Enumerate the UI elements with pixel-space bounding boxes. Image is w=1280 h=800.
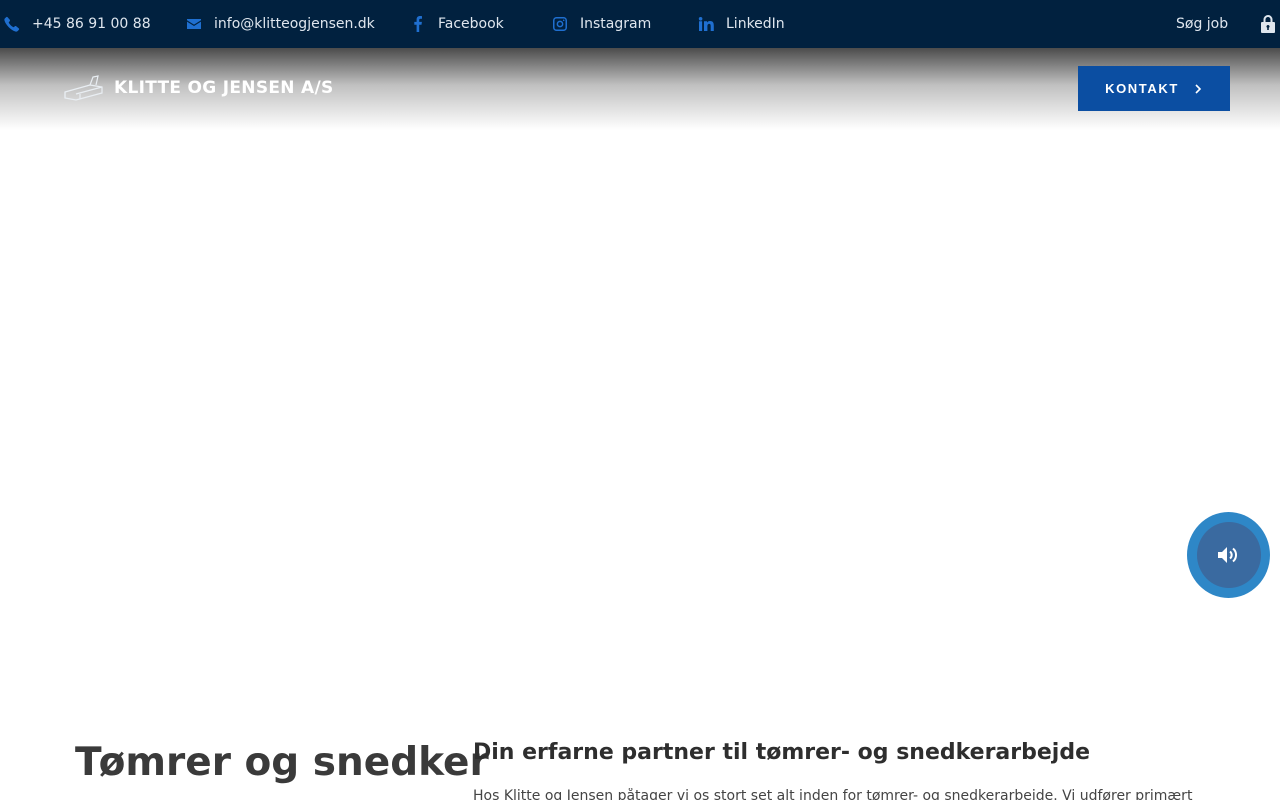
jobs-label: Søg job [1176,16,1229,32]
plane-tool-icon [64,75,103,101]
audio-player-button[interactable] [1187,512,1270,598]
instagram-label: Instagram [580,16,652,32]
envelope-icon [186,16,202,32]
speaker-icon [1217,547,1237,563]
email-address: info@klitteogjensen.dk [214,16,375,32]
lock-icon[interactable] [1260,0,1276,48]
linkedin-label: LinkedIn [726,16,785,32]
top-bar: +45 86 91 00 88 info@klitteogjensen.dk F… [0,0,1280,48]
phone-number: +45 86 91 00 88 [32,16,151,32]
contact-button-label: KONTAKT [1105,81,1179,96]
facebook-label: Facebook [438,16,504,32]
page-title: Tømrer og snedker [75,740,489,785]
email-link[interactable]: info@klitteogjensen.dk [186,0,375,48]
logo[interactable]: KLITTE OG JENSEN A/S [62,70,334,106]
linkedin-link[interactable]: LinkedIn [698,0,785,48]
intro-paragraph: Hos Klitte og Jensen påtager vi os stort… [473,788,1193,800]
phone-link[interactable]: +45 86 91 00 88 [4,0,151,48]
chevron-right-icon [1195,83,1202,94]
jobs-link[interactable]: Søg job [1176,0,1228,48]
contact-button[interactable]: KONTAKT [1078,66,1230,111]
phone-icon [4,16,20,32]
instagram-link[interactable]: Instagram [552,0,651,48]
facebook-icon [410,16,426,32]
instagram-icon [552,16,568,32]
audio-player-inner [1196,522,1261,588]
logo-text: KLITTE OG JENSEN A/S [114,78,334,98]
section-subheading: Din erfarne partner til tømrer- og snedk… [473,740,1091,765]
linkedin-icon [698,16,714,32]
facebook-link[interactable]: Facebook [410,0,504,48]
